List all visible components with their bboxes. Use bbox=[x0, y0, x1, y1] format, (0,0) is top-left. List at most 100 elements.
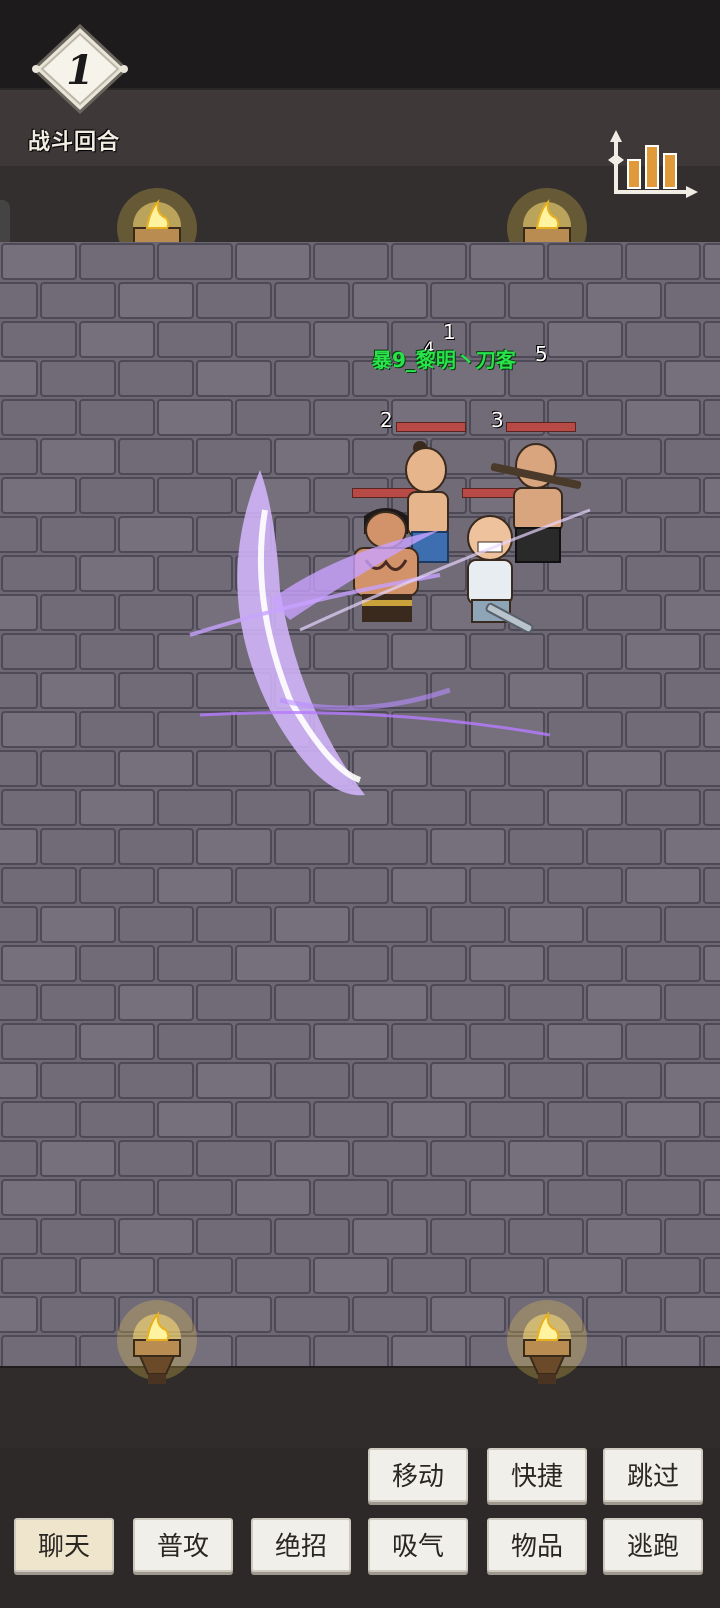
wall-brick bbox=[0, 438, 38, 475]
wall-brick bbox=[40, 438, 116, 475]
bar-chart-icon[interactable] bbox=[606, 126, 702, 206]
wall-brick bbox=[430, 906, 506, 943]
wall-brick bbox=[0, 360, 38, 397]
wall-brick bbox=[1, 945, 77, 982]
wall-brick bbox=[586, 828, 662, 865]
wall-brick bbox=[664, 594, 720, 631]
wall-brick bbox=[235, 399, 311, 436]
wall-brick bbox=[196, 828, 272, 865]
wall-brick bbox=[391, 1179, 467, 1216]
wall-brick bbox=[391, 945, 467, 982]
wall-brick bbox=[196, 1140, 272, 1177]
wall-brick bbox=[196, 1062, 272, 1099]
wall-brick bbox=[1, 477, 77, 514]
wall-brick bbox=[0, 906, 38, 943]
position-marker-3: 3 bbox=[491, 408, 504, 432]
wall-brick bbox=[196, 1296, 272, 1333]
wall-brick bbox=[313, 1335, 389, 1366]
wall-brick bbox=[79, 789, 155, 826]
wall-brick bbox=[274, 360, 350, 397]
wall-brick bbox=[40, 360, 116, 397]
wall-brick bbox=[79, 399, 155, 436]
wall-brick bbox=[703, 1101, 720, 1138]
wall-brick bbox=[196, 1218, 272, 1255]
wall-brick bbox=[586, 1218, 662, 1255]
quick-button[interactable]: 快捷 bbox=[487, 1448, 587, 1502]
wall-brick bbox=[586, 1296, 662, 1333]
wall-brick bbox=[703, 243, 720, 280]
breathe-button[interactable]: 吸气 bbox=[368, 1518, 468, 1572]
wall-brick bbox=[235, 1335, 311, 1366]
wall-brick bbox=[157, 321, 233, 358]
wall-brick bbox=[196, 984, 272, 1021]
wall-brick bbox=[469, 243, 545, 280]
wall-brick bbox=[664, 1218, 720, 1255]
normal-attack-button[interactable]: 普攻 bbox=[133, 1518, 233, 1572]
ultimate-button[interactable]: 绝招 bbox=[251, 1518, 351, 1572]
wall-brick bbox=[313, 867, 389, 904]
wall-brick bbox=[313, 399, 389, 436]
wall-brick bbox=[274, 1296, 350, 1333]
wall-brick bbox=[1, 399, 77, 436]
wall-brick bbox=[313, 945, 389, 982]
flee-button[interactable]: 逃跑 bbox=[603, 1518, 703, 1572]
wall-brick bbox=[352, 1218, 428, 1255]
wall-brick bbox=[586, 906, 662, 943]
wall-brick bbox=[313, 243, 389, 280]
wall-brick bbox=[157, 945, 233, 982]
wall-brick bbox=[79, 711, 155, 748]
wall-brick bbox=[703, 945, 720, 982]
wall-brick bbox=[703, 1023, 720, 1060]
wall-brick bbox=[703, 633, 720, 670]
wall-brick bbox=[469, 945, 545, 982]
wall-brick bbox=[391, 1101, 467, 1138]
wall-brick bbox=[430, 1218, 506, 1255]
wall-brick bbox=[274, 1140, 350, 1177]
wall-brick bbox=[79, 1023, 155, 1060]
wall-brick bbox=[79, 1257, 155, 1294]
wall-brick bbox=[40, 516, 116, 553]
wall-brick bbox=[508, 1140, 584, 1177]
wall-brick bbox=[40, 1062, 116, 1099]
wall-brick bbox=[586, 360, 662, 397]
wall-brick bbox=[625, 1101, 701, 1138]
move-button[interactable]: 移动 bbox=[368, 1448, 468, 1502]
wall-brick bbox=[40, 1218, 116, 1255]
wall-brick bbox=[664, 984, 720, 1021]
wall-brick bbox=[313, 1023, 389, 1060]
wall-brick bbox=[0, 1218, 38, 1255]
wall-brick bbox=[0, 984, 38, 1021]
wall-brick bbox=[1, 711, 77, 748]
wall-brick bbox=[703, 867, 720, 904]
wall-brick bbox=[664, 1296, 720, 1333]
wall-brick bbox=[40, 750, 116, 787]
skip-button[interactable]: 跳过 bbox=[603, 1448, 703, 1502]
wall-brick bbox=[235, 1257, 311, 1294]
items-button[interactable]: 物品 bbox=[487, 1518, 587, 1572]
wall-brick bbox=[508, 828, 584, 865]
wall-brick bbox=[352, 1140, 428, 1177]
wall-brick bbox=[40, 282, 116, 319]
position-marker-2: 2 bbox=[380, 408, 393, 432]
wall-brick bbox=[625, 1023, 701, 1060]
chat-button[interactable]: 聊天 bbox=[14, 1518, 114, 1572]
wall-brick bbox=[508, 1218, 584, 1255]
wall-brick bbox=[547, 1257, 623, 1294]
wall-brick bbox=[40, 828, 116, 865]
wall-torch-bottom-right bbox=[502, 1300, 592, 1400]
wall-brick bbox=[196, 282, 272, 319]
wall-brick bbox=[703, 1179, 720, 1216]
wall-brick bbox=[703, 321, 720, 358]
wall-brick bbox=[0, 516, 38, 553]
wall-brick bbox=[79, 633, 155, 670]
wall-brick bbox=[235, 1101, 311, 1138]
wall-brick bbox=[625, 1257, 701, 1294]
wall-brick bbox=[430, 1062, 506, 1099]
wall-brick bbox=[79, 321, 155, 358]
wall-brick bbox=[40, 1296, 116, 1333]
wall-brick bbox=[79, 243, 155, 280]
wall-brick bbox=[508, 282, 584, 319]
wall-brick bbox=[235, 945, 311, 982]
wall-brick bbox=[274, 1062, 350, 1099]
wall-brick bbox=[0, 828, 38, 865]
